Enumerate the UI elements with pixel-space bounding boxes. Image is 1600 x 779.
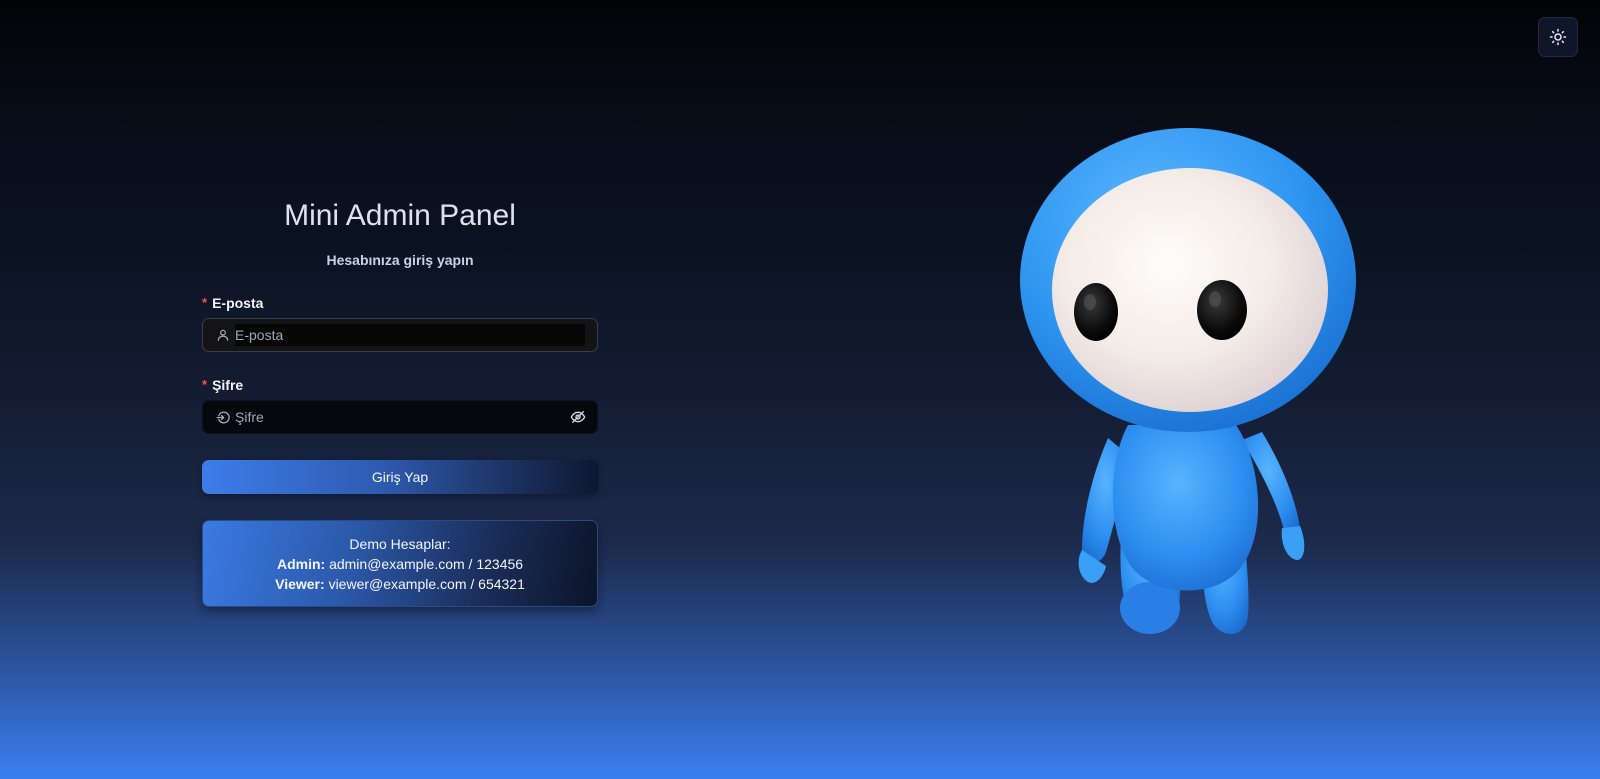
sun-icon <box>1549 28 1567 46</box>
required-mark: * <box>202 295 208 310</box>
password-input[interactable]: Şifre <box>202 400 598 434</box>
demo-account-viewer: Viewer: viewer@example.com / 654321 <box>203 574 597 594</box>
required-mark: * <box>202 377 208 392</box>
password-label: * Şifre <box>202 376 598 394</box>
login-form: Mini Admin Panel Hesabınıza giriş yapın … <box>202 196 598 607</box>
password-field-group: * Şifre Şifre <box>202 376 598 434</box>
theme-toggle-button[interactable] <box>1538 17 1578 57</box>
login-icon <box>215 409 231 425</box>
email-placeholder[interactable]: E-posta <box>235 324 585 346</box>
page-title: Mini Admin Panel <box>284 199 516 232</box>
login-button[interactable]: Giriş Yap <box>202 460 598 494</box>
email-input[interactable]: E-posta <box>202 318 598 352</box>
demo-role-viewer: Viewer: <box>275 576 325 592</box>
demo-credentials-admin: admin@example.com / 123456 <box>329 556 524 572</box>
password-label-text: Şifre <box>212 377 244 393</box>
password-placeholder[interactable]: Şifre <box>235 406 569 428</box>
eye-off-icon[interactable] <box>569 408 587 426</box>
demo-credentials-viewer: viewer@example.com / 654321 <box>328 576 525 592</box>
demo-heading: Demo Hesaplar: <box>349 536 451 552</box>
email-label-text: E-posta <box>212 295 264 311</box>
mascot-character-image <box>1010 120 1370 665</box>
user-icon <box>215 327 231 343</box>
page-subtitle: Hesabınıza giriş yapın <box>326 252 474 268</box>
email-field-group: * E-posta E-posta <box>202 294 598 352</box>
demo-accounts-box: Demo Hesaplar: Admin: admin@example.com … <box>202 520 598 607</box>
email-label: * E-posta <box>202 294 598 312</box>
demo-account-admin: Admin: admin@example.com / 123456 <box>203 554 597 574</box>
demo-role-admin: Admin: <box>276 556 326 572</box>
